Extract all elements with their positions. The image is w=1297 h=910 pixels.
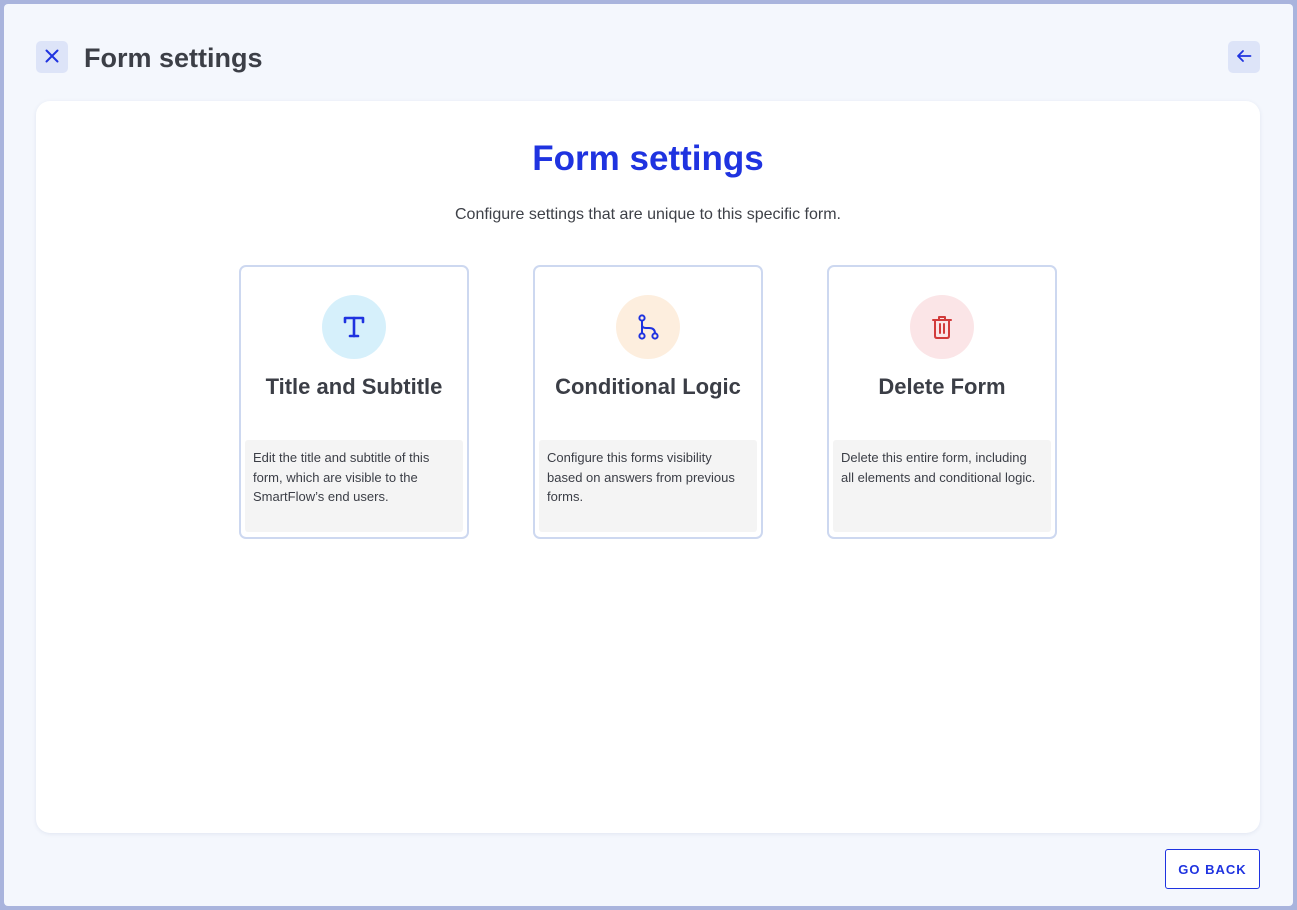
form-settings-window: Form settings Form settings Configure se… [4, 4, 1293, 906]
back-arrow-button[interactable] [1228, 41, 1260, 73]
card-title: Conditional Logic [555, 374, 741, 399]
card-description: Configure this forms visibility based on… [539, 440, 757, 532]
go-back-button[interactable]: GO BACK [1165, 849, 1260, 889]
settings-cards: Title and Subtitle Edit the title and su… [239, 265, 1057, 539]
close-button[interactable] [36, 41, 68, 73]
card-delete-form[interactable]: Delete Form Delete this entire form, inc… [827, 265, 1057, 539]
card-description: Edit the title and subtitle of this form… [245, 440, 463, 532]
card-conditional-logic[interactable]: Conditional Logic Configure this forms v… [533, 265, 763, 539]
card-title: Title and Subtitle [265, 374, 443, 399]
text-t-icon [322, 295, 386, 359]
card-title-and-subtitle[interactable]: Title and Subtitle Edit the title and su… [239, 265, 469, 539]
page-subtitle: Configure settings that are unique to th… [455, 206, 841, 223]
trash-icon [910, 295, 974, 359]
card-title: Delete Form [878, 374, 1006, 399]
settings-panel: Form settings Configure settings that ar… [36, 101, 1260, 833]
card-description: Delete this entire form, including all e… [833, 440, 1051, 532]
arrow-left-icon [1236, 49, 1252, 66]
page-title: Form settings [532, 139, 764, 178]
close-icon [45, 49, 59, 66]
branch-icon [616, 295, 680, 359]
header-title: Form settings [84, 43, 263, 73]
